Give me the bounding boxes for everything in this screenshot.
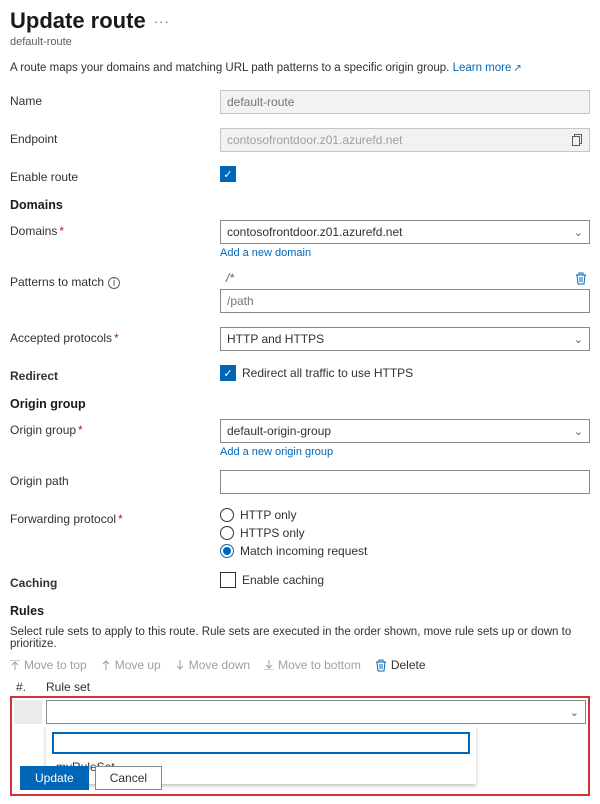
rules-toolbar: Move to top Move up Move down Move to bo…	[10, 658, 590, 672]
move-to-bottom-button[interactable]: Move to bottom	[264, 658, 361, 672]
radio-https-only[interactable]: HTTPS only	[220, 526, 590, 540]
origin-group-label: Origin group*	[10, 419, 220, 437]
origin-group-value: default-origin-group	[227, 424, 331, 438]
cancel-button[interactable]: Cancel	[95, 766, 162, 790]
pattern-default: /*	[220, 271, 572, 285]
domains-value: contosofrontdoor.z01.azurefd.net	[227, 225, 402, 239]
domains-section-title: Domains	[10, 198, 590, 212]
rules-section-title: Rules	[10, 604, 590, 618]
page-title: Update route	[10, 8, 146, 34]
delete-button[interactable]: Delete	[375, 658, 426, 672]
learn-more-link[interactable]: Learn more↗	[453, 62, 522, 74]
origin-path-input[interactable]	[220, 470, 590, 494]
radio-match-label: Match incoming request	[240, 544, 367, 558]
ruleset-editor-highlight: ⌄ myRuleSet Update Cancel	[10, 696, 590, 796]
move-up-button[interactable]: Move up	[101, 658, 161, 672]
column-ruleset-header: Rule set	[46, 680, 590, 694]
add-origin-link[interactable]: Add a new origin group	[220, 446, 333, 458]
radio-http-only[interactable]: HTTP only	[220, 508, 590, 522]
redirect-section-title: Redirect	[10, 365, 220, 383]
copy-icon[interactable]	[569, 131, 587, 149]
delete-label: Delete	[391, 658, 426, 672]
name-label: Name	[10, 90, 220, 108]
accepted-protocols-select[interactable]: HTTP and HTTPS ⌄	[220, 327, 590, 351]
enable-caching-checkbox[interactable]	[220, 572, 236, 588]
forwarding-protocol-label: Forwarding protocol*	[10, 508, 220, 526]
caching-section-title: Caching	[10, 572, 220, 590]
enable-route-checkbox[interactable]: ✓	[220, 166, 236, 182]
delete-icon	[375, 659, 387, 672]
domains-select[interactable]: contosofrontdoor.z01.azurefd.net ⌄	[220, 220, 590, 244]
move-up-label: Move up	[115, 658, 161, 672]
pattern-input[interactable]	[220, 289, 590, 313]
accepted-protocols-value: HTTP and HTTPS	[227, 332, 324, 346]
domains-label: Domains*	[10, 220, 220, 238]
patterns-label: Patterns to matchi	[10, 271, 220, 289]
external-link-icon: ↗	[513, 63, 521, 74]
origin-group-section-title: Origin group	[10, 397, 590, 411]
radio-https-label: HTTPS only	[240, 526, 305, 540]
ruleset-select[interactable]: ⌄	[46, 700, 586, 724]
accepted-protocols-label: Accepted protocols*	[10, 327, 220, 345]
page-subtitle: default-route	[10, 36, 590, 48]
radio-http-label: HTTP only	[240, 508, 296, 522]
learn-more-label: Learn more	[453, 62, 512, 74]
intro-text: A route maps your domains and matching U…	[10, 62, 590, 74]
chevron-down-icon: ⌄	[574, 425, 583, 438]
origin-group-select[interactable]: default-origin-group ⌄	[220, 419, 590, 443]
more-icon[interactable]: ···	[154, 14, 170, 29]
redirect-desc: Redirect all traffic to use HTTPS	[242, 366, 413, 380]
trash-icon[interactable]	[572, 272, 590, 285]
name-input	[220, 90, 590, 114]
move-bottom-label: Move to bottom	[278, 658, 361, 672]
chevron-down-icon: ⌄	[574, 226, 583, 239]
chevron-down-icon: ⌄	[570, 706, 579, 719]
chevron-down-icon: ⌄	[574, 333, 583, 346]
endpoint-label: Endpoint	[10, 128, 220, 146]
move-to-top-button[interactable]: Move to top	[10, 658, 87, 672]
move-down-button[interactable]: Move down	[175, 658, 250, 672]
ruleset-search-input[interactable]	[52, 732, 470, 754]
move-down-label: Move down	[189, 658, 250, 672]
update-button[interactable]: Update	[20, 766, 89, 790]
endpoint-input	[220, 128, 590, 152]
radio-match-request[interactable]: Match incoming request	[220, 544, 590, 558]
origin-path-label: Origin path	[10, 470, 220, 488]
enable-route-label: Enable route	[10, 166, 220, 184]
redirect-checkbox[interactable]: ✓	[220, 365, 236, 381]
move-top-label: Move to top	[24, 658, 87, 672]
column-number-header: #.	[10, 680, 38, 694]
info-icon[interactable]: i	[108, 277, 120, 289]
ruleset-row-number	[14, 700, 42, 724]
rules-description: Select rule sets to apply to this route.…	[10, 626, 590, 650]
intro-text-content: A route maps your domains and matching U…	[10, 62, 453, 74]
add-domain-link[interactable]: Add a new domain	[220, 247, 311, 259]
enable-caching-label: Enable caching	[242, 573, 324, 587]
